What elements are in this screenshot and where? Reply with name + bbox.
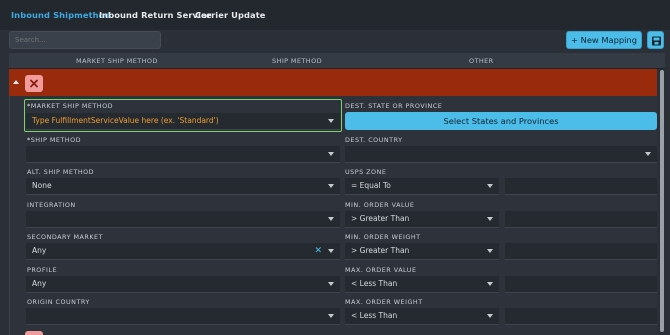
tab-carrier-update[interactable]: Carrier Update bbox=[195, 10, 266, 20]
origin-country-select[interactable] bbox=[26, 308, 340, 325]
next-row-delete-button[interactable] bbox=[25, 331, 43, 335]
label-ship-method: *SHIP METHOD bbox=[27, 136, 81, 144]
new-mapping-button[interactable]: + New Mapping bbox=[566, 31, 642, 49]
max-order-weight-input[interactable] bbox=[505, 308, 657, 325]
chevron-up-icon[interactable] bbox=[13, 80, 19, 84]
chevron-down-icon bbox=[487, 217, 493, 221]
min-order-value-input[interactable] bbox=[505, 211, 657, 228]
usps-zone-operator-select[interactable]: = Equal To bbox=[345, 178, 499, 195]
chevron-down-icon bbox=[328, 184, 334, 188]
max-order-weight-operator-value: < Less Than bbox=[351, 311, 398, 320]
chevron-down-icon bbox=[328, 282, 334, 286]
chevron-down-icon bbox=[645, 152, 651, 156]
column-headers: MARKET SHIP METHOD SHIP METHOD OTHER bbox=[9, 53, 665, 69]
usps-zone-operator-value: = Equal To bbox=[351, 181, 391, 190]
chevron-down-icon bbox=[487, 249, 493, 253]
label-secondary-market: SECONDARY MARKET bbox=[27, 233, 103, 241]
close-icon bbox=[30, 79, 38, 88]
label-text: MARKET SHIP METHOD bbox=[30, 102, 114, 110]
label-min-order-value: MIN. ORDER VALUE bbox=[345, 201, 415, 209]
min-order-weight-operator-value: > Greater Than bbox=[351, 246, 410, 255]
secondary-market-value: Any bbox=[32, 246, 47, 255]
label-max-order-weight: MAX. ORDER WEIGHT bbox=[345, 298, 423, 306]
chevron-down-icon bbox=[328, 249, 334, 253]
chevron-down-icon bbox=[487, 184, 493, 188]
tab-inbound-shipmethod[interactable]: Inbound Shipmethod bbox=[11, 10, 111, 20]
chevron-down-icon bbox=[328, 217, 334, 221]
market-ship-method-input[interactable]: Type FulfillmentServiceValue here (ex. '… bbox=[26, 113, 340, 130]
max-order-value-operator-value: < Less Than bbox=[351, 279, 398, 288]
chevron-down-icon bbox=[487, 282, 493, 286]
max-order-value-operator-select[interactable]: < Less Than bbox=[345, 276, 499, 293]
profile-value: Any bbox=[32, 279, 47, 288]
secondary-market-select[interactable]: Any ✕ bbox=[26, 243, 340, 260]
min-order-weight-input[interactable] bbox=[505, 243, 657, 260]
label-market-ship-method: *MARKET SHIP METHOD bbox=[27, 102, 113, 110]
profile-select[interactable]: Any bbox=[26, 276, 340, 293]
label-dest-state-or-province: DEST. STATE OR PROVINCE bbox=[345, 102, 443, 110]
chevron-down-icon bbox=[328, 314, 334, 318]
max-order-value-input[interactable] bbox=[505, 276, 657, 293]
integration-select[interactable] bbox=[26, 211, 340, 228]
column-header-market-ship-method: MARKET SHIP METHOD bbox=[76, 57, 158, 65]
max-order-weight-operator-select[interactable]: < Less Than bbox=[345, 308, 499, 325]
dest-country-select[interactable] bbox=[345, 146, 657, 163]
clear-icon[interactable]: ✕ bbox=[314, 243, 322, 259]
label-alt-ship-method: ALT. SHIP METHOD bbox=[27, 168, 95, 176]
column-header-other: OTHER bbox=[469, 57, 494, 65]
market-ship-method-value: Type FulfillmentServiceValue here (ex. '… bbox=[32, 116, 219, 125]
top-navigation: Inbound Shipmethod Inbound Return Servic… bbox=[0, 0, 670, 30]
chevron-down-icon bbox=[328, 152, 334, 156]
label-dest-country: DEST. COUNTRY bbox=[345, 136, 403, 144]
min-order-weight-operator-select[interactable]: > Greater Than bbox=[345, 243, 499, 260]
save-button[interactable] bbox=[647, 31, 664, 49]
min-order-value-operator-value: > Greater Than bbox=[351, 214, 410, 223]
min-order-value-operator-select[interactable]: > Greater Than bbox=[345, 211, 499, 228]
ship-method-select[interactable] bbox=[26, 146, 340, 163]
select-states-and-provinces-button[interactable]: Select States and Provinces bbox=[345, 112, 657, 130]
label-integration: INTEGRATION bbox=[27, 201, 76, 209]
delete-mapping-button[interactable] bbox=[25, 75, 43, 92]
label-profile: PROFILE bbox=[27, 266, 57, 274]
usps-zone-input[interactable] bbox=[505, 178, 657, 195]
label-max-order-value: MAX. ORDER VALUE bbox=[345, 266, 417, 274]
column-header-ship-method: SHIP METHOD bbox=[272, 57, 323, 65]
label-origin-country: ORIGIN COUNTRY bbox=[27, 298, 90, 306]
save-icon bbox=[652, 36, 661, 46]
scrollbar-thumb[interactable] bbox=[660, 70, 664, 332]
label-min-order-weight: MIN. ORDER WEIGHT bbox=[345, 233, 421, 241]
chevron-down-icon bbox=[328, 119, 334, 123]
search-input[interactable] bbox=[9, 31, 161, 49]
mapping-row-header bbox=[9, 69, 657, 96]
label-usps-zone: USPS ZONE bbox=[345, 168, 387, 176]
alt-ship-method-value: None bbox=[32, 181, 52, 190]
alt-ship-method-select[interactable]: None bbox=[26, 178, 340, 195]
chevron-down-icon bbox=[487, 314, 493, 318]
label-text: SHIP METHOD bbox=[30, 136, 82, 144]
